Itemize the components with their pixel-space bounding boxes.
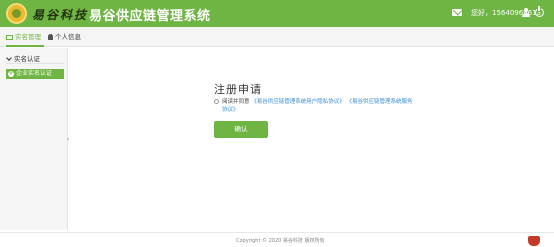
tab-label: 个人信息 [55,33,81,41]
page-title: 注册申请 [214,83,262,96]
agree-checkbox[interactable] [214,99,219,104]
confirm-button[interactable]: 确认 [214,121,268,138]
footer: Copyright © 2020 易谷科技 版权所有 [0,232,554,247]
plus-circle-icon: + [8,70,14,77]
chevron-down-icon [6,55,12,61]
sidebar-collapse-handle[interactable]: ‹ [67,136,69,143]
agree-prefix: 阅读并同意 [222,99,250,105]
tab-label: 实名管理 [15,33,41,41]
app-title: 易谷供应链管理系统 [89,9,211,24]
footer-badge-icon [528,236,540,246]
tab-real-name-management[interactable]: 实名管理 [6,27,44,47]
logo-emblem-icon [6,3,27,24]
id-card-icon [6,35,13,40]
sidebar-item-label: 企业实名认证 [16,70,53,77]
user-icon[interactable] [522,8,530,17]
subnav-bar: 实名管理 个人信息 [0,27,554,47]
agreement-row: 阅读并同意 《易谷供应链管理系统用户隐私协议》 《易谷供应链管理系统服务协议》 [214,98,414,114]
agreement-text: 阅读并同意 《易谷供应链管理系统用户隐私协议》 《易谷供应链管理系统服务协议》 [214,98,414,114]
user-agreement-link[interactable]: 《易谷供应链管理系统用户隐私协议》 [251,99,345,105]
footer-copyright: Copyright © 2020 易谷科技 版权所有 [236,238,325,244]
logo-text: 易谷科技 [32,8,89,22]
sidebar-section-header[interactable]: 实名认证 [6,53,64,64]
user-greeting: 您好，15640969613 [471,9,541,17]
sidebar-item-enterprise-verification[interactable]: + 企业实名认证 [6,69,64,79]
top-header: 易谷科技 易谷供应链管理系统 您好，15640969613 [0,0,554,27]
sidebar-section-label: 实名认证 [14,55,40,63]
power-icon[interactable] [535,6,544,17]
tab-personal-info[interactable]: 个人信息 [48,27,81,47]
person-icon [48,34,53,40]
mail-icon[interactable] [452,9,462,16]
sidebar: 实名认证 + 企业实名认证 [0,48,68,230]
